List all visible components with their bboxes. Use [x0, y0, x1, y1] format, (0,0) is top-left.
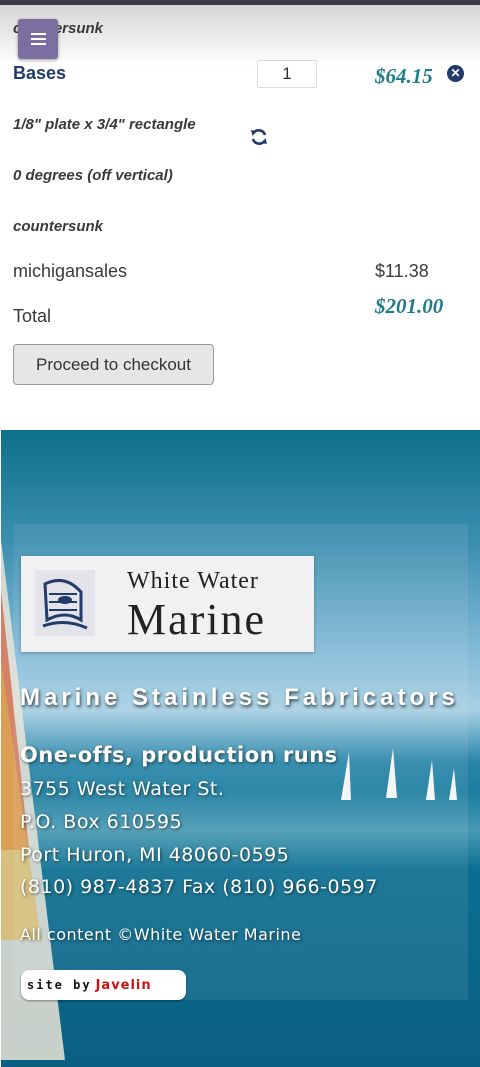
option-plate: 1/8" plate x 3/4" rectangle: [13, 116, 196, 133]
shipping-label: michigansales: [13, 261, 128, 281]
copyright: All content ©White Water Marine: [20, 925, 302, 944]
logo-line1: White Water: [127, 568, 259, 594]
option-countersunk: countersunk: [13, 218, 104, 235]
logo[interactable]: White Water Marine: [21, 556, 314, 652]
product-name-link[interactable]: Bases: [13, 63, 66, 84]
shipping-value: $11.38: [375, 261, 429, 281]
footer-heading: Marine Stainless Fabricators: [20, 684, 459, 711]
logo-sail-icon: [35, 570, 95, 636]
item-price: $64.15: [375, 64, 433, 88]
quantity-input[interactable]: [257, 60, 317, 88]
logo-line2: Marine: [127, 595, 267, 644]
site-by-javelin-link[interactable]: site by Javelin: [21, 970, 186, 1000]
hamburger-menu-icon: [30, 33, 46, 45]
proceed-to-checkout-button[interactable]: Proceed to checkout: [13, 344, 214, 385]
footer-tagline: One-offs, production runs: [20, 743, 338, 767]
site-by-label: site by: [27, 978, 92, 992]
address-line-3: Port Huron, MI 48060-0595: [20, 844, 290, 866]
footer: White Water Marine Marine Stainless Fabr…: [1, 430, 480, 1067]
option-angle: 0 degrees (off vertical): [13, 167, 173, 184]
total-label: Total: [13, 306, 52, 326]
address-line-1: 3755 West Water St.: [20, 778, 225, 800]
total-value: $201.00: [375, 294, 444, 318]
remove-circle-icon[interactable]: ✕: [447, 65, 464, 82]
phone-fax: (810) 987-4837 Fax (810) 966-0597: [20, 876, 378, 898]
address-line-2: P.O. Box 610595: [20, 811, 183, 833]
javelin-logo: Javelin: [95, 977, 152, 993]
menu-button[interactable]: [18, 19, 58, 59]
refresh-icon[interactable]: [249, 127, 269, 147]
top-strip: [0, 0, 480, 5]
